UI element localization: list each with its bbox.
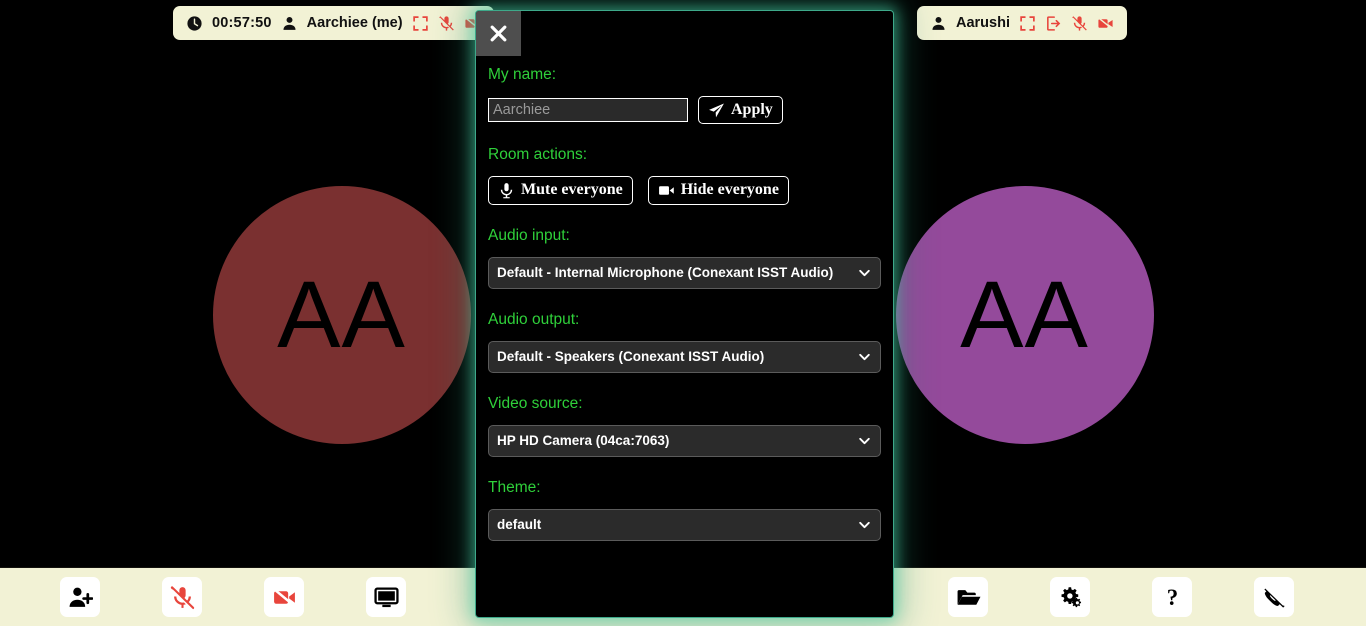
- toolbar-left-group: [60, 577, 406, 617]
- room-actions-row: Mute everyone Hide everyone: [488, 176, 881, 205]
- svg-text:?: ?: [1166, 585, 1177, 610]
- apply-name-button[interactable]: Apply: [698, 96, 783, 125]
- video-muted-icon: [272, 587, 296, 607]
- toggle-microphone-button[interactable]: [162, 577, 202, 617]
- toolbar-right-group: ?: [948, 577, 1294, 617]
- participant-bar-local: 00:57:50 Aarchiee (me): [173, 6, 494, 40]
- mute-everyone-label: Mute everyone: [521, 181, 623, 199]
- settings-dialog-body: My name: Apply Room actions:: [476, 11, 893, 617]
- my-name-group: My name: Apply: [488, 66, 881, 125]
- participant-bar-remote: Aarushi: [917, 6, 1127, 40]
- video-source-select[interactable]: HP HD Camera (04ca:7063): [488, 424, 881, 457]
- video-source-value: HP HD Camera (04ca:7063): [497, 433, 670, 449]
- help-button[interactable]: ?: [1152, 577, 1192, 617]
- chevron-down-icon: [858, 518, 871, 531]
- mic-muted-icon[interactable]: [438, 15, 455, 32]
- video-camera-icon: [658, 186, 674, 195]
- video-muted-icon[interactable]: [1097, 15, 1114, 32]
- mic-muted-icon: [170, 585, 194, 610]
- monitor-icon: [373, 587, 399, 607]
- audio-input-select[interactable]: Default - Internal Microphone (Conexant …: [488, 256, 881, 289]
- hide-everyone-button[interactable]: Hide everyone: [647, 176, 789, 205]
- apply-name-label: Apply: [731, 101, 773, 118]
- gears-icon: [1061, 586, 1081, 607]
- toggle-camera-button[interactable]: [264, 577, 304, 617]
- file-share-button[interactable]: [948, 577, 988, 617]
- mute-everyone-button[interactable]: Mute everyone: [488, 176, 633, 205]
- hangup-button[interactable]: [1254, 577, 1294, 617]
- my-name-row: Apply: [488, 96, 881, 125]
- audio-output-select[interactable]: Default - Speakers (Conexant ISST Audio): [488, 340, 881, 373]
- call-timer: 00:57:50: [212, 15, 272, 31]
- my-name-label: My name:: [488, 66, 557, 83]
- folder-open-icon: [957, 589, 980, 605]
- participant-name: Aarchiee (me): [306, 15, 403, 31]
- theme-value: default: [497, 517, 542, 533]
- settings-button[interactable]: [1050, 577, 1090, 617]
- invite-user-button[interactable]: [60, 577, 100, 617]
- room-actions-group: Room actions: Mute everyone Hide everyon…: [488, 146, 881, 205]
- avatar: AA: [895, 186, 1154, 444]
- paper-plane-icon: [709, 103, 724, 118]
- audio-output-label: Audio output:: [488, 310, 580, 328]
- share-screen-button[interactable]: [366, 577, 406, 617]
- theme-label: Theme:: [488, 478, 541, 496]
- chevron-down-icon: [858, 434, 871, 447]
- participant-name: Aarushi: [956, 15, 1010, 31]
- audio-output-value: Default - Speakers (Conexant ISST Audio): [497, 349, 765, 365]
- fullscreen-icon[interactable]: [1019, 15, 1036, 32]
- audio-input-value: Default - Internal Microphone (Conexant …: [497, 265, 834, 281]
- mic-muted-icon[interactable]: [1071, 15, 1088, 32]
- video-source-label: Video source:: [488, 394, 583, 412]
- person-icon: [281, 15, 298, 32]
- name-input[interactable]: [488, 98, 688, 123]
- theme-select[interactable]: default: [488, 508, 881, 541]
- theme-group: Theme: default: [488, 479, 881, 541]
- chevron-down-icon: [858, 266, 871, 279]
- video-source-group: Video source: HP HD Camera (04ca:7063): [488, 395, 881, 457]
- kick-icon[interactable]: [1045, 15, 1062, 32]
- fullscreen-icon[interactable]: [412, 15, 429, 32]
- phone-hangup-icon: [1263, 585, 1285, 608]
- microphone-icon: [500, 183, 513, 199]
- person-plus-icon: [69, 587, 93, 607]
- settings-dialog: My name: Apply Room actions:: [475, 10, 894, 618]
- clock-icon: [186, 15, 203, 32]
- close-icon: [490, 25, 507, 42]
- audio-output-group: Audio output: Default - Speakers (Conexa…: [488, 311, 881, 373]
- room-actions-label: Room actions:: [488, 146, 588, 164]
- hide-everyone-label: Hide everyone: [680, 181, 779, 199]
- audio-input-label: Audio input:: [488, 226, 570, 244]
- person-icon: [930, 15, 947, 32]
- chevron-down-icon: [858, 350, 871, 363]
- audio-input-group: Audio input: Default - Internal Micropho…: [488, 227, 881, 289]
- avatar: AA: [212, 186, 471, 444]
- question-mark-icon: ?: [1166, 585, 1177, 610]
- close-dialog-button[interactable]: [476, 11, 521, 56]
